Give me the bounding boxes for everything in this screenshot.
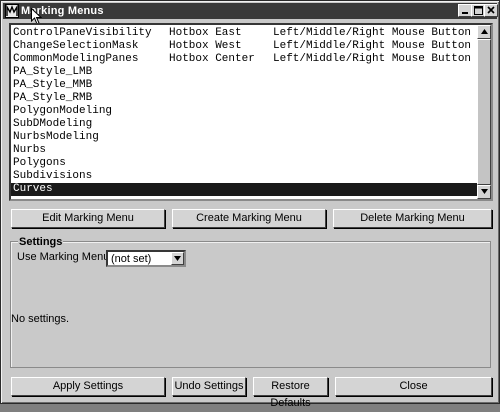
chevron-down-icon — [174, 256, 181, 261]
list-item[interactable]: ControlPaneVisibility Hotbox East Left/Mid… — [11, 27, 477, 40]
settings-group: Settings Use Marking Menu in: (not set) … — [10, 236, 491, 368]
list-item[interactable]: Nurbs — [11, 144, 477, 157]
use-marking-menu-dropdown[interactable]: (not set) — [106, 250, 186, 267]
minimize-icon — [462, 12, 468, 14]
maximize-button[interactable] — [471, 4, 485, 17]
scrollbar-thumb[interactable] — [477, 39, 491, 185]
title-bar[interactable]: Marking Menus — [3, 3, 498, 25]
maximize-icon — [473, 6, 483, 15]
list-item[interactable]: NurbsModeling — [11, 131, 477, 144]
arrow-down-icon — [480, 189, 488, 194]
vertical-scrollbar[interactable] — [477, 25, 491, 199]
list-item[interactable]: SubDModeling — [11, 118, 477, 131]
list-item[interactable]: Polygons — [11, 157, 477, 170]
list-item[interactable]: PA_Style_RMB — [11, 92, 477, 105]
scroll-up-button[interactable] — [477, 25, 491, 39]
scroll-down-button[interactable] — [477, 185, 491, 199]
dropdown-value: (not set) — [111, 253, 152, 265]
list-item[interactable]: PA_Style_LMB — [11, 66, 477, 79]
arrow-up-icon — [480, 29, 488, 34]
marking-menu-list[interactable]: ControlPaneVisibility Hotbox East Left/Mid… — [9, 23, 493, 201]
list-item[interactable]: PA_Style_MMB — [11, 79, 477, 92]
delete-marking-menu-button[interactable]: Delete Marking Menu — [333, 209, 492, 228]
close-window-button[interactable] — [484, 4, 498, 17]
no-settings-text: No settings. — [11, 313, 70, 325]
list-item-selected[interactable]: Curves — [11, 183, 477, 196]
settings-title: Settings — [18, 236, 64, 248]
list-rows: ControlPaneVisibility Hotbox East Left/Mid… — [11, 27, 477, 196]
list-item[interactable]: Subdivisions — [11, 170, 477, 183]
close-icon — [487, 6, 495, 14]
marking-menus-window: Marking Menus ControlPaneVisibility Hotbo… — [0, 0, 500, 409]
minimize-button[interactable] — [458, 4, 472, 17]
close-button[interactable]: Close — [335, 377, 492, 396]
maya-icon[interactable] — [5, 4, 19, 18]
edit-marking-menu-button[interactable]: Edit Marking Menu — [11, 209, 165, 228]
apply-settings-button[interactable]: Apply Settings — [11, 377, 165, 396]
dropdown-arrow-button[interactable] — [171, 252, 184, 265]
undo-settings-button[interactable]: Undo Settings — [172, 377, 246, 396]
restore-defaults-button[interactable]: Restore Defaults — [253, 377, 328, 409]
list-item[interactable]: ChangeSelectionMask Hotbox West Left/Middl… — [11, 40, 477, 53]
create-marking-menu-button[interactable]: Create Marking Menu — [172, 209, 326, 228]
list-item[interactable]: PolygonModeling — [11, 105, 477, 118]
list-item[interactable]: CommonModelingPanes Hotbox Center Left/Mid… — [11, 53, 477, 66]
